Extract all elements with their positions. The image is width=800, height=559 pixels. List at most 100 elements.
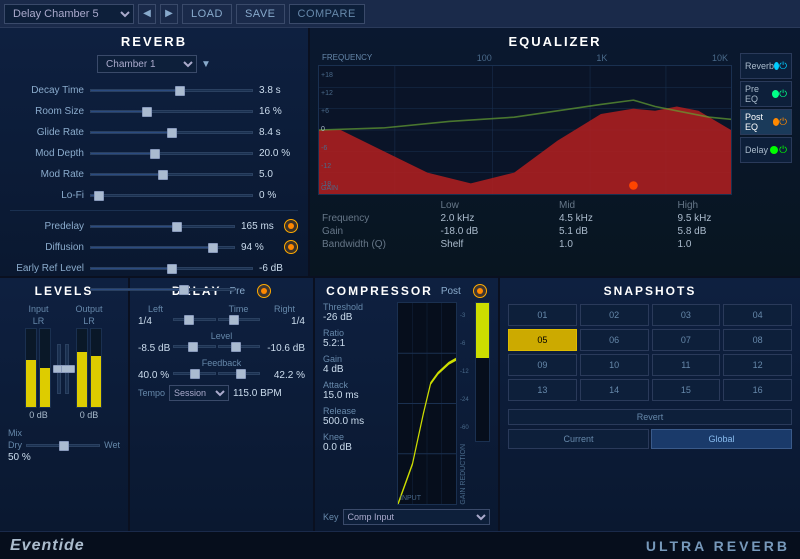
eq-band-preeq[interactable]: Pre EQ ⏻ [740, 81, 792, 107]
eq-freq-low: 2.0 kHz [437, 212, 556, 225]
reverb-slider-track[interactable] [90, 110, 253, 113]
delay-pre-power-icon [261, 288, 267, 294]
reverb-power-btn[interactable] [284, 219, 298, 233]
reverb-slider2-track[interactable] [90, 246, 235, 249]
compare-button[interactable]: COMPARE [289, 4, 365, 24]
eq-band-delay[interactable]: Delay ⏻ [740, 137, 792, 163]
reverb-power-btn[interactable] [284, 240, 298, 254]
input-meter-r [39, 328, 51, 408]
eq-gain-low: -18.0 dB [437, 225, 556, 238]
power-btn-inner [288, 223, 294, 229]
snapshot-btn-14[interactable]: 14 [580, 379, 649, 401]
eq-row-gain: Gain -18.0 dB 5.1 dB 5.8 dB [318, 225, 792, 238]
snapshot-btn-02[interactable]: 02 [580, 304, 649, 326]
delay-right-time: 1/4 [260, 316, 305, 327]
reverb-power-icon[interactable]: ⏻ [779, 61, 787, 72]
reverb-param2-label: Diffusion [10, 242, 90, 253]
reverb-slider-track[interactable] [90, 89, 253, 92]
delay-time-slider-l[interactable] [173, 318, 216, 321]
eq-band-posteq[interactable]: Post EQ ⏻ [740, 109, 792, 135]
comp-release: Release 500.0 ms [323, 406, 393, 427]
dry-label: Dry [8, 440, 22, 450]
reverb-slider-track[interactable] [90, 131, 253, 134]
snapshot-btn-06[interactable]: 06 [580, 329, 649, 351]
reverb-param-row: Glide Rate 8.4 s [10, 123, 298, 141]
tempo-select[interactable]: Session [169, 385, 229, 401]
reverb-band-label: Reverb [745, 61, 774, 71]
comp-key-select[interactable]: Comp Input [343, 509, 490, 525]
reverb-preset-select[interactable]: Chamber 1 [97, 55, 197, 73]
reverb-slider-fill [91, 153, 155, 154]
delay-fb-slider-r[interactable] [218, 372, 261, 375]
reverb-param2-label: Predelay [10, 221, 90, 232]
eq-label-frequency: Frequency [318, 212, 437, 225]
delay-fb-slider-l[interactable] [173, 372, 216, 375]
mix-row: Mix [8, 428, 120, 438]
reverb-param-value: 5.0 [253, 169, 298, 180]
snapshot-btn-10[interactable]: 10 [580, 354, 649, 376]
levels-title: LEVELS [8, 284, 120, 298]
eq-title: EQUALIZER [318, 34, 792, 49]
eq-header-high: High [674, 199, 793, 212]
reverb-slider-track[interactable] [90, 173, 253, 176]
reverb-param-row: Room Size 16 % [10, 102, 298, 120]
load-button[interactable]: LOAD [182, 4, 232, 24]
snapshot-btn-16[interactable]: 16 [723, 379, 792, 401]
tab-global[interactable]: Global [651, 429, 792, 449]
preeq-power-icon[interactable]: ⏻ [779, 89, 787, 100]
delay-pre-power-btn[interactable] [257, 284, 271, 298]
input-lr-label: LR [33, 316, 45, 326]
output-label: Output [75, 304, 102, 314]
comp-db-minus24: -24 [460, 397, 474, 403]
snapshot-btn-11[interactable]: 11 [652, 354, 721, 376]
delay-fb-l-thumb [190, 369, 200, 379]
save-button[interactable]: SAVE [236, 4, 285, 24]
comp-ratio-value: 5.2:1 [323, 338, 393, 349]
delay-level-slider-r[interactable] [218, 345, 261, 348]
reverb-param-label: Mod Depth [10, 148, 90, 159]
snapshot-btn-12[interactable]: 12 [723, 354, 792, 376]
reverb-slider-track[interactable] [90, 152, 253, 155]
tab-current[interactable]: Current [508, 429, 649, 449]
comp-power-btn[interactable] [473, 284, 487, 298]
snapshot-btn-13[interactable]: 13 [508, 379, 577, 401]
delay-level-slider-l[interactable] [173, 345, 216, 348]
brand-name: Eventide [10, 537, 85, 555]
comp-db-minus3: -3 [460, 313, 474, 319]
snapshot-btn-01[interactable]: 01 [508, 304, 577, 326]
reverb-preset-arrow[interactable]: ▼ [201, 59, 211, 70]
snapshot-btn-07[interactable]: 07 [652, 329, 721, 351]
comp-ratio-label: Ratio [323, 328, 393, 338]
input-bar-r [39, 328, 51, 408]
delay-time-slider-r[interactable] [218, 318, 261, 321]
snapshot-tabs: Current Global [508, 429, 792, 449]
next-preset-button[interactable]: ▶ [160, 4, 178, 24]
mix-slider[interactable] [26, 444, 100, 447]
reverb-slider2-track[interactable] [90, 288, 235, 291]
output-fader[interactable] [65, 344, 69, 394]
preeq-band-label: Pre EQ [745, 84, 772, 104]
mix-slider-row: Dry Wet [8, 440, 120, 450]
snapshot-btn-15[interactable]: 15 [652, 379, 721, 401]
reverb-param2-row: Early Ref Level -6 dB [10, 259, 298, 277]
delay-power-icon[interactable]: ⏻ [779, 145, 787, 156]
eq-label-bandwidth: Bandwidth (Q) [318, 238, 437, 251]
reverb-slider2-thumb [172, 222, 182, 232]
input-meter-group: Input LR 0 d [25, 304, 51, 420]
eq-band-reverb[interactable]: Reverb ⏻ [740, 53, 792, 79]
snapshot-btn-05[interactable]: 05 [508, 329, 577, 351]
prev-preset-button[interactable]: ◀ [138, 4, 156, 24]
snapshot-btn-09[interactable]: 09 [508, 354, 577, 376]
reverb-slider2-track[interactable] [90, 225, 235, 228]
snapshot-btn-04[interactable]: 04 [723, 304, 792, 326]
snapshot-btn-03[interactable]: 03 [652, 304, 721, 326]
preset-select[interactable]: Delay Chamber 5 [4, 4, 134, 24]
revert-button[interactable]: Revert [508, 409, 792, 425]
delay-level-r-thumb [231, 342, 241, 352]
reverb-slider-track[interactable] [90, 194, 253, 197]
snapshot-btn-08[interactable]: 08 [723, 329, 792, 351]
delay-lr-labels: Left Time Right [138, 304, 305, 314]
reverb-slider2-track[interactable] [90, 267, 253, 270]
posteq-power-icon[interactable]: ⏻ [779, 117, 787, 128]
mix-label: Mix [8, 428, 22, 438]
